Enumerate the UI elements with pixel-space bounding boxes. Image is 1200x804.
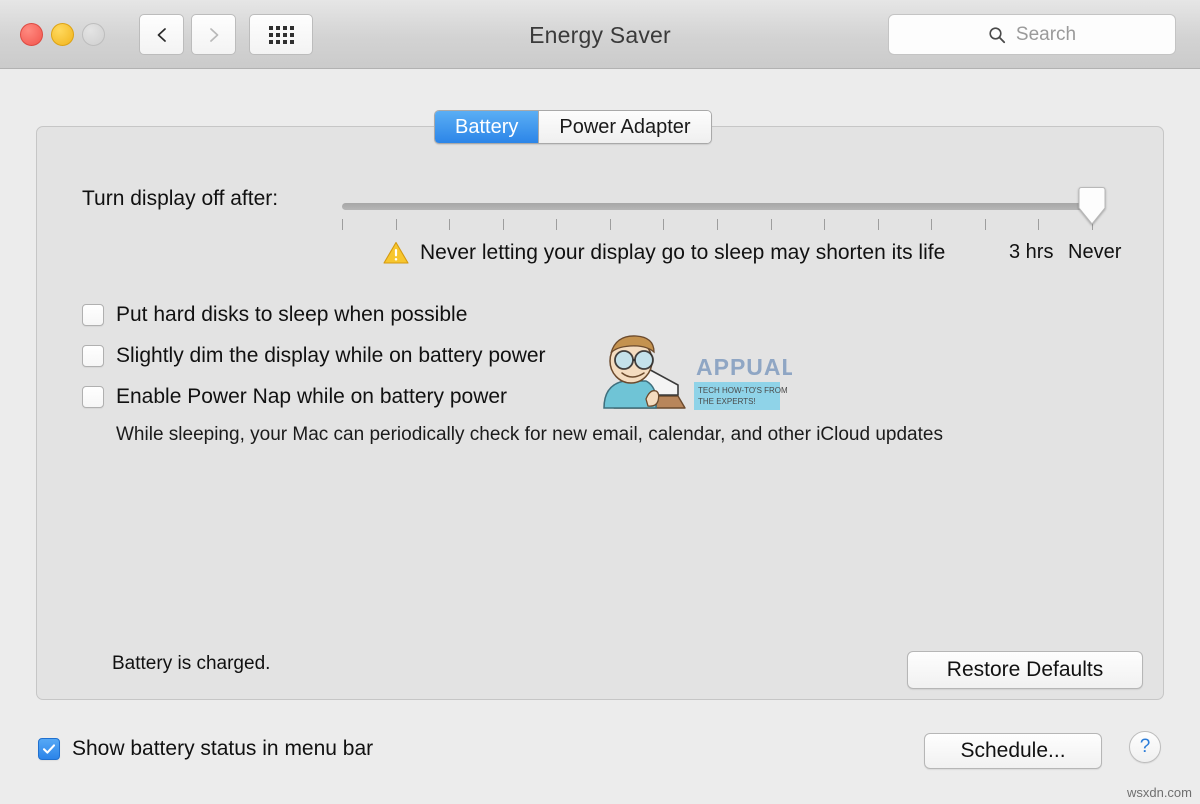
search-field[interactable]: Search <box>888 14 1176 55</box>
slider-tick <box>931 219 933 230</box>
slider-tick <box>984 219 986 230</box>
restore-defaults-button[interactable]: Restore Defaults <box>907 651 1143 689</box>
energy-saver-panel: Turn display off after: Never letting yo… <box>36 126 1164 700</box>
checkbox-label-hard-disks-sleep: Put hard disks to sleep when possible <box>116 303 468 326</box>
checkbox-hard-disks-sleep[interactable] <box>82 304 104 326</box>
slider-track[interactable] <box>342 203 1092 210</box>
slider-tick <box>663 219 665 230</box>
battery-status-text: Battery is charged. <box>112 653 271 674</box>
slider-tick <box>717 219 718 230</box>
slider-label-never: Never <box>1068 241 1122 263</box>
checkbox-row-hard-disks-sleep[interactable]: Put hard disks to sleep when possible <box>82 297 1122 333</box>
slider-tick <box>502 219 504 230</box>
display-sleep-row: Turn display off after: <box>37 187 1163 230</box>
checkbox-label-power-nap-battery: Enable Power Nap while on battery power <box>116 385 508 408</box>
segmented-tabs: Battery Power Adapter <box>434 110 712 144</box>
power-nap-description: While sleeping, your Mac can periodicall… <box>116 424 943 445</box>
slider-tick-marks <box>342 219 1093 231</box>
tab-battery[interactable]: Battery <box>435 111 539 143</box>
checkbox-show-battery-status[interactable] <box>38 738 60 760</box>
slider-tick <box>877 219 879 230</box>
checkbox-label-dim-display-battery: Slightly dim the display while on batter… <box>116 344 546 367</box>
slider-tick <box>1038 219 1040 230</box>
slider-tick <box>395 219 397 230</box>
warning-triangle-icon <box>383 241 409 264</box>
display-sleep-label: Turn display off after: <box>82 187 279 210</box>
slider-tick <box>556 219 558 230</box>
tab-power-adapter[interactable]: Power Adapter <box>538 111 711 143</box>
slider-tick <box>824 219 826 230</box>
checkbox-label-show-battery-status: Show battery status in menu bar <box>72 737 374 760</box>
slider-tick <box>342 219 343 230</box>
checkbox-row-dim-display-battery[interactable]: Slightly dim the display while on batter… <box>82 338 1122 374</box>
slider-tick <box>609 219 611 230</box>
display-sleep-warning: Never letting your display go to sleep m… <box>37 241 1163 265</box>
slider-tick <box>449 219 451 230</box>
checkbox-dim-display-battery[interactable] <box>82 345 104 367</box>
slider-tick <box>770 219 772 230</box>
show-battery-status-row[interactable]: Show battery status in menu bar <box>38 737 373 761</box>
checkbox-row-power-nap-battery[interactable]: Enable Power Nap while on battery power <box>82 379 1122 415</box>
slider-thumb[interactable] <box>1076 187 1108 227</box>
slider-label-3hrs: 3 hrs <box>1009 241 1054 263</box>
search-icon <box>989 26 1005 43</box>
schedule-button[interactable]: Schedule... <box>924 733 1102 769</box>
search-placeholder-text: Search <box>1015 23 1077 45</box>
checkbox-power-nap-battery[interactable] <box>82 386 104 408</box>
site-watermark: wsxdn.com <box>1126 785 1192 800</box>
window-titlebar: Energy Saver Search <box>0 0 1200 69</box>
checkmark-icon <box>42 744 56 754</box>
options-checkbox-group: Put hard disks to sleep when possible Sl… <box>82 297 1122 446</box>
warning-text: Never letting your display go to sleep m… <box>420 241 946 264</box>
help-button[interactable]: ? <box>1129 731 1161 763</box>
